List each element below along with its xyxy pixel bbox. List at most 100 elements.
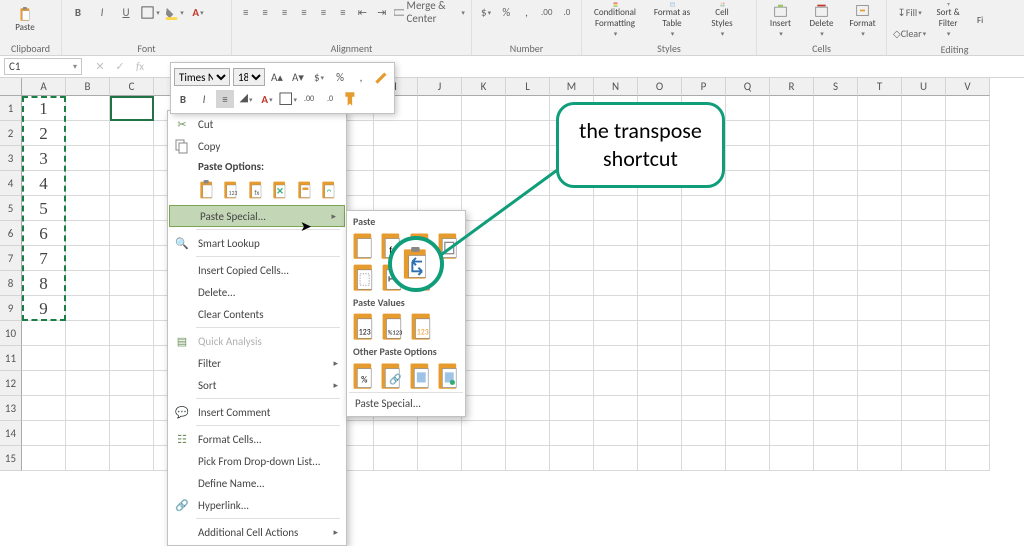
select-all-corner[interactable] bbox=[0, 78, 22, 96]
cell[interactable] bbox=[770, 96, 814, 121]
cell[interactable] bbox=[858, 421, 902, 446]
paste-all-icon[interactable] bbox=[196, 178, 218, 202]
align-mini-icon[interactable]: ≡ bbox=[216, 90, 234, 108]
cell[interactable] bbox=[110, 396, 154, 421]
cell[interactable] bbox=[594, 221, 638, 246]
row-header[interactable]: 8 bbox=[0, 271, 22, 296]
cell[interactable] bbox=[726, 421, 770, 446]
cell[interactable] bbox=[902, 271, 946, 296]
cell[interactable] bbox=[594, 371, 638, 396]
cell[interactable] bbox=[902, 321, 946, 346]
col-header[interactable]: M bbox=[550, 78, 594, 96]
cell[interactable] bbox=[858, 396, 902, 421]
menu-pick-list[interactable]: Pick From Drop-down List... bbox=[168, 450, 346, 472]
percent-button[interactable]: % bbox=[498, 2, 514, 22]
cell[interactable] bbox=[726, 446, 770, 471]
cell[interactable] bbox=[594, 421, 638, 446]
cell[interactable] bbox=[506, 96, 550, 121]
cell[interactable] bbox=[110, 96, 154, 121]
cell[interactable] bbox=[374, 421, 418, 446]
cell[interactable] bbox=[946, 221, 990, 246]
cell[interactable] bbox=[946, 396, 990, 421]
col-header[interactable]: L bbox=[506, 78, 550, 96]
cell[interactable] bbox=[770, 296, 814, 321]
cell[interactable] bbox=[638, 246, 682, 271]
sort-filter-button[interactable]: Sort &Filter bbox=[928, 2, 968, 38]
cell[interactable] bbox=[22, 446, 66, 471]
format-table-button[interactable]: Format asTable bbox=[648, 2, 696, 38]
cell[interactable] bbox=[946, 96, 990, 121]
cell[interactable] bbox=[66, 96, 110, 121]
cell[interactable] bbox=[946, 171, 990, 196]
cell[interactable] bbox=[726, 371, 770, 396]
row-header[interactable]: 2 bbox=[0, 121, 22, 146]
cell[interactable] bbox=[594, 296, 638, 321]
cell[interactable] bbox=[902, 221, 946, 246]
cell-styles-button[interactable]: CellStyles bbox=[702, 2, 742, 38]
inc-dec-mini-icon[interactable]: .00 bbox=[300, 90, 318, 108]
col-header[interactable]: K bbox=[462, 78, 506, 96]
sub-link-icon[interactable]: 🔗 bbox=[379, 362, 404, 390]
cell[interactable] bbox=[22, 346, 66, 371]
cell[interactable] bbox=[858, 121, 902, 146]
cell[interactable] bbox=[814, 221, 858, 246]
cell[interactable] bbox=[22, 396, 66, 421]
cell[interactable] bbox=[110, 146, 154, 171]
cell[interactable] bbox=[110, 346, 154, 371]
menu-cut[interactable]: ✂Cut bbox=[168, 113, 346, 135]
cell[interactable] bbox=[66, 171, 110, 196]
cell[interactable] bbox=[638, 371, 682, 396]
cell[interactable] bbox=[726, 346, 770, 371]
cell[interactable] bbox=[550, 296, 594, 321]
menu-copy[interactable]: Copy bbox=[168, 135, 346, 157]
sub-picture-icon[interactable] bbox=[408, 362, 433, 390]
cell[interactable] bbox=[902, 246, 946, 271]
menu-clear-contents[interactable]: Clear Contents bbox=[168, 303, 346, 325]
align-center-button[interactable]: ≡ bbox=[316, 2, 331, 22]
cell[interactable] bbox=[814, 396, 858, 421]
cell[interactable] bbox=[770, 271, 814, 296]
cell[interactable] bbox=[462, 96, 506, 121]
cell[interactable] bbox=[770, 396, 814, 421]
cell[interactable] bbox=[814, 246, 858, 271]
cell[interactable] bbox=[814, 296, 858, 321]
cell[interactable] bbox=[726, 271, 770, 296]
cell[interactable] bbox=[550, 371, 594, 396]
percent-mini-icon[interactable]: % bbox=[331, 68, 349, 86]
cell[interactable] bbox=[682, 221, 726, 246]
row-header[interactable]: 1 bbox=[0, 96, 22, 121]
col-header[interactable]: P bbox=[682, 78, 726, 96]
paste-formulas-icon[interactable]: fx bbox=[245, 178, 267, 202]
cell[interactable] bbox=[66, 196, 110, 221]
col-header[interactable]: R bbox=[770, 78, 814, 96]
paste-formatting-icon[interactable] bbox=[294, 178, 316, 202]
row-header[interactable]: 11 bbox=[0, 346, 22, 371]
dec-decimal-button[interactable]: .0 bbox=[559, 2, 575, 22]
align-mid-button[interactable]: ≡ bbox=[257, 2, 272, 22]
column-headers[interactable]: ABCDEFGHIJKLMNOPQRSTUV bbox=[22, 78, 990, 96]
cell[interactable] bbox=[638, 221, 682, 246]
underline-button[interactable]: U bbox=[116, 2, 136, 22]
menu-smart-lookup[interactable]: 🔍Smart Lookup bbox=[168, 232, 346, 254]
menu-insert-comment[interactable]: 💬Insert Comment bbox=[168, 401, 346, 423]
cell[interactable]: 3 bbox=[22, 146, 66, 171]
cell[interactable] bbox=[682, 421, 726, 446]
cell[interactable] bbox=[814, 346, 858, 371]
indent-inc-button[interactable]: ⇥ bbox=[374, 2, 389, 22]
cell[interactable] bbox=[858, 246, 902, 271]
cell[interactable] bbox=[66, 296, 110, 321]
cell[interactable] bbox=[726, 221, 770, 246]
cell[interactable] bbox=[726, 96, 770, 121]
menu-filter[interactable]: Filter▸ bbox=[168, 352, 346, 374]
row-header[interactable]: 13 bbox=[0, 396, 22, 421]
cell[interactable] bbox=[858, 146, 902, 171]
cancel-icon[interactable]: ✕ bbox=[92, 60, 108, 73]
cell[interactable] bbox=[946, 271, 990, 296]
cell[interactable] bbox=[682, 246, 726, 271]
cell[interactable] bbox=[814, 171, 858, 196]
align-top-button[interactable]: ≡ bbox=[238, 2, 253, 22]
cell[interactable] bbox=[110, 321, 154, 346]
cell[interactable] bbox=[858, 221, 902, 246]
cell[interactable] bbox=[418, 121, 462, 146]
cell[interactable] bbox=[770, 196, 814, 221]
